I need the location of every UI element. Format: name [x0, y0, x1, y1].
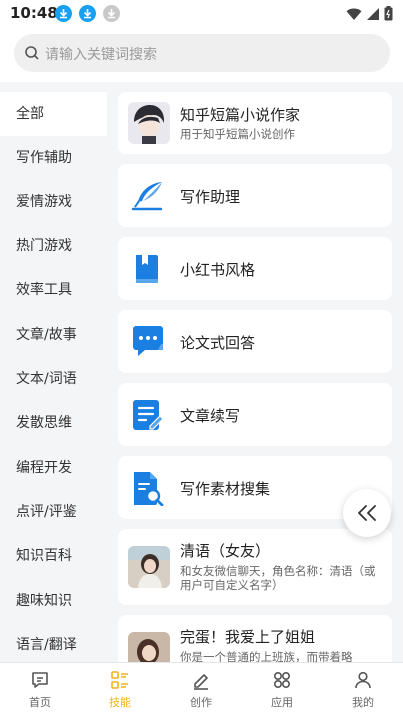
sidebar-item-productivity[interactable]: 效率工具: [0, 268, 107, 312]
download-icon: [55, 5, 72, 22]
category-sidebar: 全部 写作辅助 爱情游戏 热门游戏 效率工具 文章/故事 文本/词语 发散思维 …: [0, 90, 107, 662]
tab-skills[interactable]: 技能: [80, 663, 160, 716]
status-time: 10:48: [10, 4, 58, 22]
skill-card-qingyu-girlfriend[interactable]: 清语（女友） 和女友微信聊天，角色名称：清语（或用户可自定义名字）: [118, 529, 392, 605]
bottom-tab-bar: 首页 技能 创作 应用 我的: [0, 662, 403, 716]
skill-description: 用于知乎短篇小说创作: [180, 127, 295, 141]
sidebar-item-hot-games[interactable]: 热门游戏: [0, 224, 107, 268]
tab-profile[interactable]: 我的: [323, 663, 403, 716]
woman-avatar: [128, 632, 170, 662]
pen-icon: [194, 674, 208, 690]
tab-label: 创作: [190, 696, 212, 709]
anime-avatar: [128, 102, 170, 144]
sidebar-item-all[interactable]: 全部: [0, 92, 107, 136]
skill-description: 和女友微信聊天，角色名称：清语（或用户可自定义名字）: [180, 564, 376, 592]
skill-card-zhihu-writer[interactable]: 知乎短篇小说作家 用于知乎短篇小说创作: [118, 92, 392, 154]
skill-title: 论文式回答: [180, 334, 256, 352]
tab-label: 技能: [109, 696, 131, 709]
skill-card-xiaohongshu[interactable]: 小红书风格: [118, 237, 392, 300]
sidebar-item-label: 语言/翻译: [16, 637, 77, 653]
skill-title: 写作助理: [180, 188, 241, 206]
sidebar-item-label: 发散思维: [16, 415, 72, 431]
skill-list: 知乎短篇小说作家 用于知乎短篇小说创作 写作助理 小红书风格 论文式回答 文章续…: [107, 82, 403, 662]
sidebar-item-articles[interactable]: 文章/故事: [0, 313, 107, 357]
download-pending-icon: [103, 5, 120, 22]
tab-create[interactable]: 创作: [161, 663, 241, 716]
signal-icon: [367, 7, 379, 20]
wifi-icon: [346, 8, 362, 20]
double-chevron-left-icon: [358, 505, 376, 521]
sidebar-item-fun-facts[interactable]: 趣味知识: [0, 579, 107, 623]
sidebar-item-label: 知识百科: [16, 548, 72, 564]
tab-label: 首页: [29, 696, 51, 709]
skill-title: 知乎短篇小说作家: [180, 106, 301, 124]
download-icon: [79, 5, 96, 22]
tab-label: 应用: [271, 696, 293, 709]
search-placeholder: 请输入关键词搜索: [45, 47, 157, 63]
book-icon: [131, 252, 163, 290]
doc-search-icon: [131, 470, 165, 510]
tab-home[interactable]: 首页: [0, 663, 80, 716]
chat-icon: [131, 324, 165, 362]
sidebar-item-text-words[interactable]: 文本/词语: [0, 357, 107, 401]
skill-card-continue-writing[interactable]: 文章续写: [118, 383, 392, 446]
search-bar: 请输入关键词搜索: [0, 28, 403, 82]
edit-doc-icon: [131, 398, 165, 436]
sidebar-item-romance-games[interactable]: 爱情游戏: [0, 180, 107, 224]
sidebar-item-label: 爱情游戏: [16, 194, 72, 210]
sidebar-item-label: 全部: [16, 106, 44, 122]
tab-label: 我的: [352, 696, 374, 709]
apps-icon: [273, 671, 291, 689]
sidebar-item-encyclopedia[interactable]: 知识百科: [0, 534, 107, 578]
skill-title: 清语（女友）: [180, 542, 271, 560]
status-bar: 10:48: [0, 0, 403, 28]
skills-icon: [111, 671, 128, 689]
skill-title: 小红书风格: [180, 261, 256, 279]
battery-icon: [384, 6, 393, 21]
sidebar-item-label: 文本/词语: [16, 371, 77, 387]
sidebar-item-label: 点评/评鉴: [16, 504, 77, 520]
sidebar-item-label: 文章/故事: [16, 327, 77, 343]
skill-title: 文章续写: [180, 407, 241, 425]
skill-card-sister-game[interactable]: 完蛋！我爱上了姐姐 你是一个普通的上班族，而带着略: [118, 615, 392, 662]
sidebar-item-label: 效率工具: [16, 282, 72, 298]
collapse-float-button[interactable]: [343, 489, 391, 537]
search-input[interactable]: 请输入关键词搜索: [14, 34, 390, 72]
girl-avatar: [128, 546, 170, 588]
sidebar-item-writing-aid[interactable]: 写作辅助: [0, 136, 107, 180]
skill-title: 写作素材搜集: [180, 480, 271, 498]
skill-card-writing-assistant[interactable]: 写作助理: [118, 164, 392, 227]
sidebar-item-label: 写作辅助: [16, 150, 72, 166]
feather-icon: [131, 180, 165, 216]
sidebar-item-label: 热门游戏: [16, 238, 72, 254]
sidebar-item-divergent[interactable]: 发散思维: [0, 401, 107, 445]
skill-title: 完蛋！我爱上了姐姐: [180, 628, 316, 646]
sidebar-item-reviews[interactable]: 点评/评鉴: [0, 490, 107, 534]
sidebar-item-programming[interactable]: 编程开发: [0, 446, 107, 490]
home-chat-icon: [32, 672, 48, 688]
search-icon: [25, 46, 39, 60]
skill-card-essay-answer[interactable]: 论文式回答: [118, 310, 392, 373]
sidebar-item-label: 趣味知识: [16, 593, 72, 609]
skill-description: 你是一个普通的上班族，而带着略: [180, 650, 353, 662]
user-icon: [355, 671, 371, 689]
tab-apps[interactable]: 应用: [242, 663, 322, 716]
sidebar-item-translation[interactable]: 语言/翻译: [0, 623, 107, 662]
sidebar-item-label: 编程开发: [16, 460, 72, 476]
